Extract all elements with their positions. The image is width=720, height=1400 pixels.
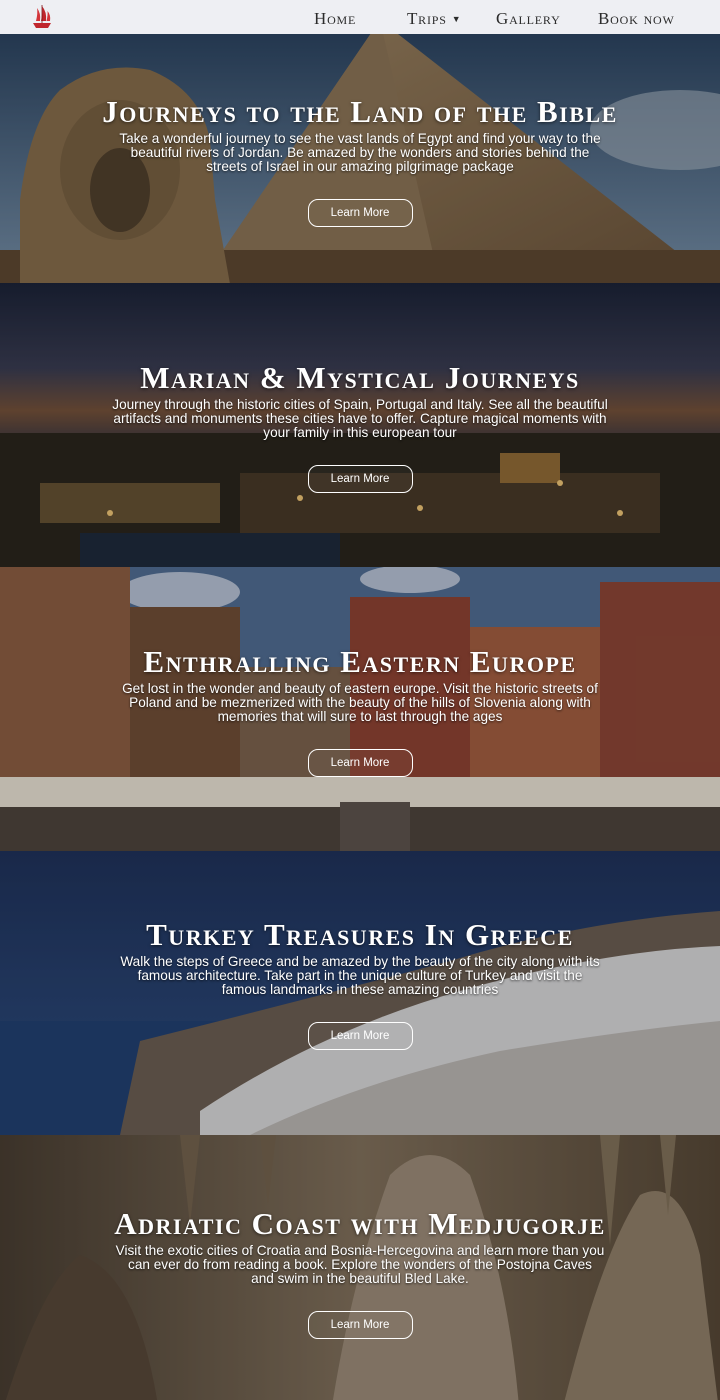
trip-section-marian-mystical: Marian & Mystical Journeys Journey throu…	[0, 283, 720, 567]
section-description: Get lost in the wonder and beauty of eas…	[122, 681, 598, 724]
nav-book-now-label: Book now	[598, 9, 675, 28]
section-title: Adriatic Coast with Medjugorje	[114, 1206, 606, 1241]
section-content: Enthralling Eastern Europe Get lost in t…	[0, 645, 720, 777]
section-content: Adriatic Coast with Medjugorje Visit the…	[0, 1207, 720, 1339]
nav-gallery-label: Gallery	[496, 9, 561, 28]
section-content: Journeys to the Land of the Bible Take a…	[0, 95, 720, 227]
trip-section-bible-lands: Journeys to the Land of the Bible Take a…	[0, 0, 720, 283]
learn-more-button[interactable]: Learn More	[307, 1022, 413, 1050]
top-nav: Home Trips ▼ Gallery Book now	[0, 0, 720, 34]
caret-down-icon: ▼	[451, 14, 462, 24]
trip-section-turkey-greece: Turkey Treasures In Greece Walk the step…	[0, 851, 720, 1135]
nav-links: Home Trips ▼ Gallery Book now	[0, 0, 720, 34]
nav-trips-label: Trips	[407, 9, 447, 28]
section-content: Turkey Treasures In Greece Walk the step…	[0, 918, 720, 1050]
trip-section-adriatic-coast: Adriatic Coast with Medjugorje Visit the…	[0, 1135, 720, 1400]
nav-home-link[interactable]: Home	[314, 9, 356, 29]
learn-more-button[interactable]: Learn More	[307, 749, 413, 777]
section-title: Turkey Treasures In Greece	[146, 917, 574, 952]
learn-more-button[interactable]: Learn More	[307, 465, 413, 493]
section-description: Visit the exotic cities of Croatia and B…	[115, 1243, 605, 1286]
section-description: Journey through the historic cities of S…	[112, 397, 608, 440]
nav-home-label: Home	[314, 9, 357, 28]
nav-gallery-link[interactable]: Gallery	[496, 9, 561, 29]
nav-trips-dropdown[interactable]: Trips ▼	[407, 9, 461, 29]
section-title: Enthralling Eastern Europe	[143, 644, 577, 679]
section-content: Marian & Mystical Journeys Journey throu…	[0, 361, 720, 493]
learn-more-button[interactable]: Learn More	[307, 1311, 413, 1339]
learn-more-button[interactable]: Learn More	[307, 199, 413, 227]
nav-book-now-link[interactable]: Book now	[598, 9, 675, 29]
section-description: Take a wonderful journey to see the vast…	[119, 131, 601, 174]
trip-section-eastern-europe: Enthralling Eastern Europe Get lost in t…	[0, 567, 720, 851]
section-title: Journeys to the Land of the Bible	[102, 94, 618, 129]
section-description: Walk the steps of Greece and be amazed b…	[120, 954, 600, 997]
section-title: Marian & Mystical Journeys	[140, 360, 580, 395]
